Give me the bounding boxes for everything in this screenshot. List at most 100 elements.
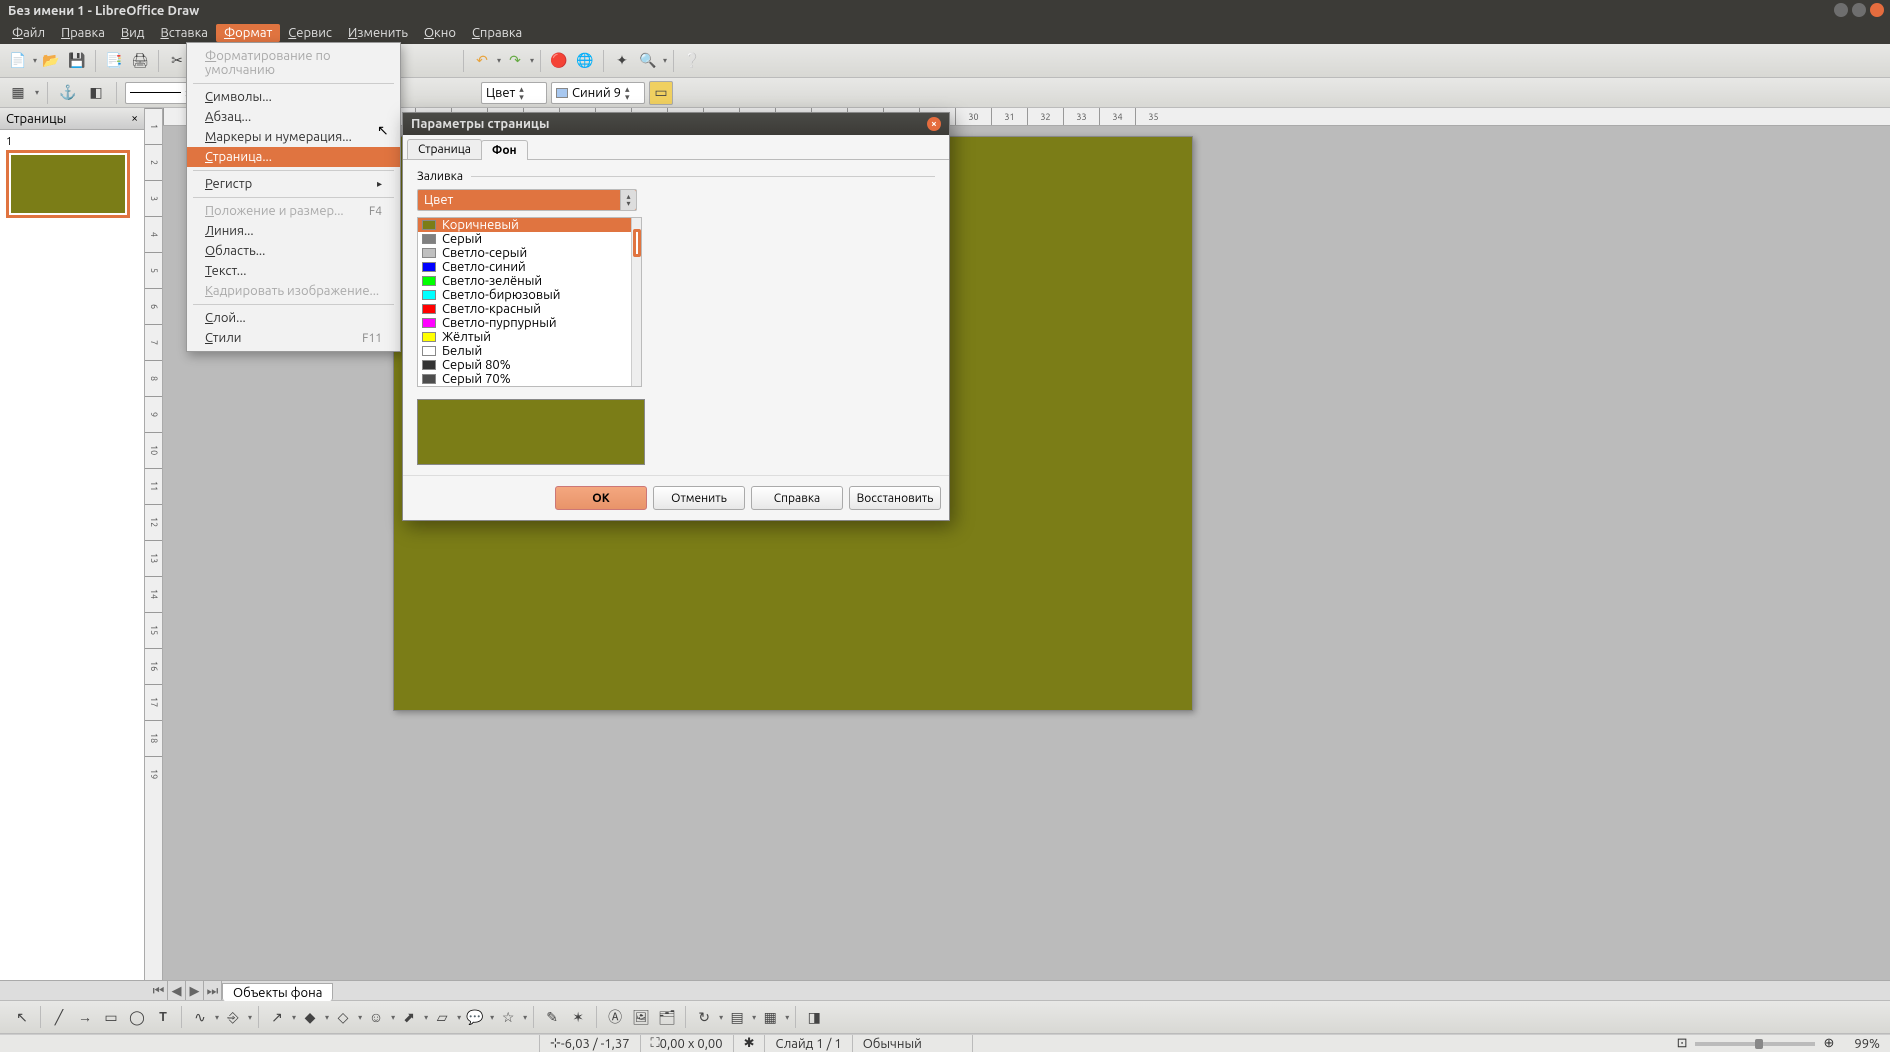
tab-nav-prev[interactable]: ◀ <box>168 981 186 1000</box>
tab-nav-first[interactable]: ⏮ <box>150 981 168 1000</box>
color-option-белый[interactable]: Белый <box>418 344 641 358</box>
color-option-светло-синий[interactable]: Светло-синий <box>418 260 641 274</box>
points-tool[interactable]: ✎ <box>540 1005 564 1029</box>
tab-nav-last[interactable]: ⏭ <box>204 981 222 1000</box>
block-arrows-tool[interactable]: ⬈ <box>397 1005 421 1029</box>
shadow-button[interactable]: ◧ <box>84 81 108 105</box>
arrange-tool[interactable]: ▦ <box>758 1005 782 1029</box>
color-option-серый-70%[interactable]: Серый 70% <box>418 372 641 386</box>
ellipse-tool[interactable]: ◯ <box>125 1005 149 1029</box>
connector-tool[interactable]: ⎆ <box>221 1005 245 1029</box>
menu-item-маркеры-и-нумерация[interactable]: Маркеры и нумерация... <box>187 127 400 147</box>
hyperlink-button[interactable]: 🌐 <box>573 49 597 73</box>
menu-item-абзац[interactable]: Абзац... <box>187 107 400 127</box>
listbox-scrollbar[interactable] <box>631 218 641 386</box>
export-pdf-button[interactable]: 📑 <box>102 49 126 73</box>
gluepoints-tool[interactable]: ✶ <box>566 1005 590 1029</box>
zoom-slider[interactable] <box>1695 1042 1815 1046</box>
rotate-tool[interactable]: ↻ <box>692 1005 716 1029</box>
reset-button[interactable]: Восстановить <box>849 486 941 510</box>
color-option-светло-пурпурный[interactable]: Светло-пурпурный <box>418 316 641 330</box>
gallery-tool[interactable]: 🗂 <box>655 1005 679 1029</box>
new-doc-button[interactable]: 📄 <box>6 49 30 73</box>
line-tool[interactable]: ╱ <box>47 1005 71 1029</box>
menu-вид[interactable]: Вид <box>113 24 153 42</box>
redo-button[interactable]: ↷ <box>503 49 527 73</box>
basic-shapes-tool[interactable]: ◇ <box>331 1005 355 1029</box>
zoom-control[interactable]: ⊡ ⊕ <box>1667 1035 1845 1052</box>
color-option-коричневый[interactable]: Коричневый <box>418 218 641 232</box>
menu-справка[interactable]: Справка <box>464 24 530 42</box>
menu-item-область[interactable]: Область... <box>187 241 400 261</box>
open-button[interactable]: 📂 <box>39 49 63 73</box>
ok-button[interactable]: ОК <box>555 486 647 510</box>
menu-item-стили[interactable]: СтилиF11 <box>187 328 400 348</box>
fill-type-combo[interactable]: Цвет▴▾ <box>481 82 547 104</box>
color-option-жёлтый[interactable]: Жёлтый <box>418 330 641 344</box>
menu-item-линия[interactable]: Линия... <box>187 221 400 241</box>
menu-изменить[interactable]: Изменить <box>340 24 416 42</box>
menu-item-текст[interactable]: Текст... <box>187 261 400 281</box>
3d-tool[interactable]: ◆ <box>298 1005 322 1029</box>
flowchart-tool[interactable]: ▱ <box>430 1005 454 1029</box>
layer-tab-background[interactable]: Объекты фона <box>222 983 333 1001</box>
chart-button[interactable]: 🔴 <box>547 49 571 73</box>
help-button[interactable]: Справка <box>751 486 843 510</box>
color-option-серый-80%[interactable]: Серый 80% <box>418 358 641 372</box>
save-button[interactable]: 💾 <box>65 49 89 73</box>
menu-сервис[interactable]: Сервис <box>280 24 340 42</box>
color-option-светло-зелёный[interactable]: Светло-зелёный <box>418 274 641 288</box>
extrusion-tool[interactable]: ◨ <box>802 1005 826 1029</box>
color-option-светло-красный[interactable]: Светло-красный <box>418 302 641 316</box>
window-minimize-button[interactable] <box>1834 3 1848 17</box>
menu-формат[interactable]: Формат <box>216 24 280 42</box>
dialog-close-button[interactable]: × <box>927 117 941 131</box>
fill-color-combo[interactable]: Синий 9▴▾ <box>551 82 645 104</box>
select-tool[interactable]: ↖ <box>10 1005 34 1029</box>
color-listbox[interactable]: КоричневыйСерыйСветло-серыйСветло-синийС… <box>417 217 642 387</box>
dialog-tab-фон[interactable]: Фон <box>481 140 528 160</box>
dialog-tab-страница[interactable]: Страница <box>407 139 482 159</box>
curve-tool[interactable]: ∿ <box>188 1005 212 1029</box>
text-tool[interactable]: T <box>151 1005 175 1029</box>
menu-окно[interactable]: Окно <box>416 24 464 42</box>
color-option-светло-серый[interactable]: Светло-серый <box>418 246 641 260</box>
dialog-titlebar[interactable]: Параметры страницы × <box>403 113 949 135</box>
menu-файл[interactable]: Файл <box>4 24 53 42</box>
arrow-tool[interactable]: → <box>73 1005 97 1029</box>
color-option-светло-бирюзовый[interactable]: Светло-бирюзовый <box>418 288 641 302</box>
area-button[interactable]: ▭ <box>649 81 673 105</box>
menu-item-символы[interactable]: Символы... <box>187 87 400 107</box>
anchor-button[interactable]: ⚓ <box>56 81 80 105</box>
menu-правка[interactable]: Правка <box>53 24 113 42</box>
callout-tool[interactable]: 💬 <box>463 1005 487 1029</box>
cancel-button[interactable]: Отменить <box>653 486 745 510</box>
menu-item-слой[interactable]: Слой... <box>187 308 400 328</box>
help-button[interactable]: ❔ <box>680 49 704 73</box>
navigator-button[interactable]: ✦ <box>610 49 634 73</box>
menu-item-регистр[interactable]: Регистр▸ <box>187 174 400 194</box>
zoom-fit-icon[interactable]: ⊡ <box>1677 1036 1688 1051</box>
align-tool[interactable]: ▤ <box>725 1005 749 1029</box>
stars-tool[interactable]: ☆ <box>496 1005 520 1029</box>
window-close-button[interactable] <box>1870 3 1884 17</box>
lines-arrows-tool[interactable]: ↗ <box>265 1005 289 1029</box>
window-maximize-button[interactable] <box>1852 3 1866 17</box>
arrange-button[interactable]: ▦ <box>6 81 30 105</box>
fontwork-tool[interactable]: Ⓐ <box>603 1005 627 1029</box>
line-style-combo[interactable]: ▴▾ <box>125 82 195 104</box>
tab-nav-next[interactable]: ▶ <box>186 981 204 1000</box>
fill-type-dropdown[interactable]: Цвет ▴▾ <box>417 189 637 211</box>
menu-item-страница[interactable]: Страница... <box>187 147 400 167</box>
zoom-value[interactable]: 99% <box>1844 1035 1890 1052</box>
rectangle-tool[interactable]: ▭ <box>99 1005 123 1029</box>
symbol-shapes-tool[interactable]: ☺ <box>364 1005 388 1029</box>
from-file-tool[interactable]: 🖼 <box>629 1005 653 1029</box>
print-button[interactable]: 🖨 <box>128 49 152 73</box>
zoom-button[interactable]: 🔍 <box>636 49 660 73</box>
menu-вставка[interactable]: Вставка <box>152 24 215 42</box>
undo-button[interactable]: ↶ <box>470 49 494 73</box>
color-option-серый[interactable]: Серый <box>418 232 641 246</box>
pages-panel-close-icon[interactable]: × <box>131 112 138 125</box>
page-thumbnail[interactable]: 1 <box>0 130 144 224</box>
